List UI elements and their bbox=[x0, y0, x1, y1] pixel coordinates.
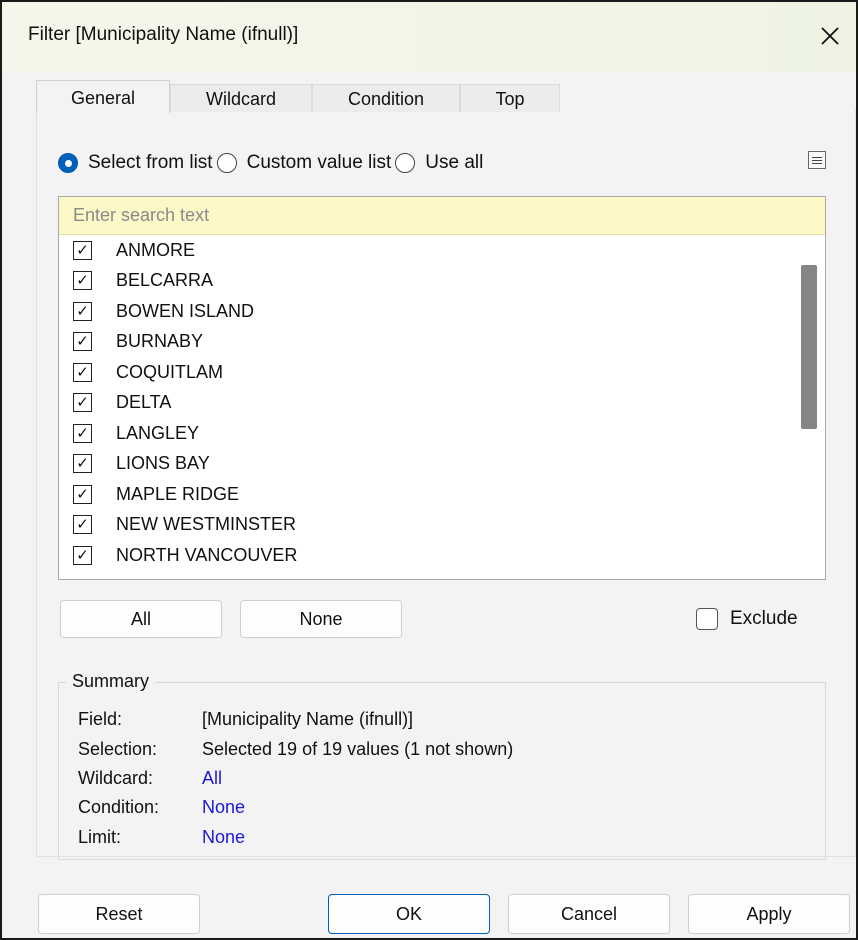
reset-button[interactable]: Reset bbox=[38, 894, 200, 934]
summary-wildcard-link[interactable]: All bbox=[202, 768, 222, 789]
list-menu-icon[interactable] bbox=[808, 151, 826, 169]
close-button[interactable] bbox=[810, 16, 850, 56]
filter-dialog: Filter [Municipality Name (ifnull)] Gene… bbox=[0, 0, 858, 940]
checkbox-checked-icon[interactable]: ✓ bbox=[73, 515, 92, 535]
list-item[interactable]: ✓ MAPLE RIDGE bbox=[59, 479, 789, 510]
ok-button[interactable]: OK bbox=[328, 894, 490, 934]
dialog-title: Filter [Municipality Name (ifnull)] bbox=[28, 24, 299, 45]
checkbox-checked-icon[interactable]: ✓ bbox=[73, 454, 92, 474]
list-item[interactable]: ✓ BELCARRA bbox=[59, 266, 789, 297]
scrollbar-thumb[interactable] bbox=[801, 265, 817, 429]
list-item[interactable]: ✓ ANMORE bbox=[59, 235, 789, 266]
checkbox-checked-icon[interactable]: ✓ bbox=[73, 332, 92, 352]
summary-key: Limit: bbox=[78, 827, 122, 847]
search-input[interactable] bbox=[59, 197, 825, 235]
summary-key: Condition: bbox=[78, 797, 160, 817]
tab-top[interactable]: Top bbox=[460, 84, 560, 112]
summary-limit-row: Limit: None bbox=[78, 827, 245, 848]
summary-key: Selection: bbox=[78, 739, 158, 759]
summary-value: Selected 19 of 19 values (1 not shown) bbox=[202, 739, 514, 759]
list-item[interactable]: ✓ NORTH VANCOUVER bbox=[59, 540, 789, 571]
list-item[interactable]: ✓ LIONS BAY bbox=[59, 449, 789, 480]
list-item[interactable]: ✓ COQUITLAM bbox=[59, 357, 789, 388]
checkbox-checked-icon[interactable]: ✓ bbox=[73, 301, 92, 321]
list-item[interactable]: ✓ DELTA bbox=[59, 388, 789, 419]
radio-button[interactable] bbox=[216, 153, 237, 173]
exclude-checkbox[interactable]: Exclude bbox=[696, 606, 798, 632]
cancel-button[interactable]: Cancel bbox=[508, 894, 670, 934]
summary-wildcard-row: Wildcard: All bbox=[78, 768, 222, 789]
select-all-button[interactable]: All bbox=[60, 600, 222, 638]
mode-radio-group: Select from list Custom value list Use a… bbox=[58, 148, 483, 178]
close-icon bbox=[821, 27, 839, 45]
summary-selection-row: Selection: Selected 19 of 19 values (1 n… bbox=[78, 739, 513, 760]
summary-key: Wildcard: bbox=[78, 768, 154, 788]
checkbox-checked-icon[interactable]: ✓ bbox=[73, 545, 92, 565]
summary-field-row: Field: [Municipality Name (ifnull)] bbox=[78, 709, 413, 730]
summary-legend: Summary bbox=[66, 671, 156, 692]
radio-use-all[interactable]: Use all bbox=[395, 152, 483, 174]
checkbox-unchecked-icon[interactable] bbox=[696, 608, 718, 630]
tab-condition[interactable]: Condition bbox=[312, 84, 460, 112]
tab-general[interactable]: General bbox=[36, 80, 170, 113]
summary-condition-link[interactable]: None bbox=[202, 797, 245, 818]
apply-button[interactable]: Apply bbox=[688, 894, 850, 934]
value-items: ✓ ANMORE ✓ BELCARRA ✓ BOWEN ISLAND ✓ BURNABY… bbox=[59, 235, 789, 571]
tab-wildcard[interactable]: Wildcard bbox=[170, 84, 312, 112]
checkbox-checked-icon[interactable]: ✓ bbox=[73, 240, 92, 260]
checkbox-checked-icon[interactable]: ✓ bbox=[73, 271, 92, 291]
select-none-button[interactable]: None bbox=[240, 600, 402, 638]
summary-condition-row: Condition: None bbox=[78, 797, 245, 818]
list-item[interactable]: ✓ LANGLEY bbox=[59, 418, 789, 449]
checkbox-checked-icon[interactable]: ✓ bbox=[73, 423, 92, 443]
list-item[interactable]: ✓ NEW WESTMINSTER bbox=[59, 510, 789, 541]
summary-limit-link[interactable]: None bbox=[202, 827, 245, 848]
value-list: ✓ANMORE ✓BELCARRA ✓BOWEN ISLAND ✓BURNABY… bbox=[58, 196, 826, 580]
checkbox-checked-icon[interactable]: ✓ bbox=[73, 484, 92, 504]
checkbox-checked-icon[interactable]: ✓ bbox=[73, 362, 92, 382]
list-item[interactable]: ✓ BURNABY bbox=[59, 327, 789, 358]
radio-select-from-list[interactable]: Select from list bbox=[58, 152, 213, 174]
title-bar: Filter [Municipality Name (ifnull)] bbox=[2, 2, 856, 72]
summary-value: [Municipality Name (ifnull)] bbox=[202, 709, 414, 729]
radio-button[interactable] bbox=[58, 153, 78, 173]
list-item[interactable]: ✓ BOWEN ISLAND bbox=[59, 296, 789, 327]
checkbox-checked-icon[interactable]: ✓ bbox=[73, 393, 92, 413]
radio-custom-value-list[interactable]: Custom value list bbox=[216, 152, 391, 174]
summary-key: Field: bbox=[78, 709, 123, 729]
scrollbar-track[interactable] bbox=[789, 235, 825, 579]
radio-button[interactable] bbox=[395, 153, 416, 173]
